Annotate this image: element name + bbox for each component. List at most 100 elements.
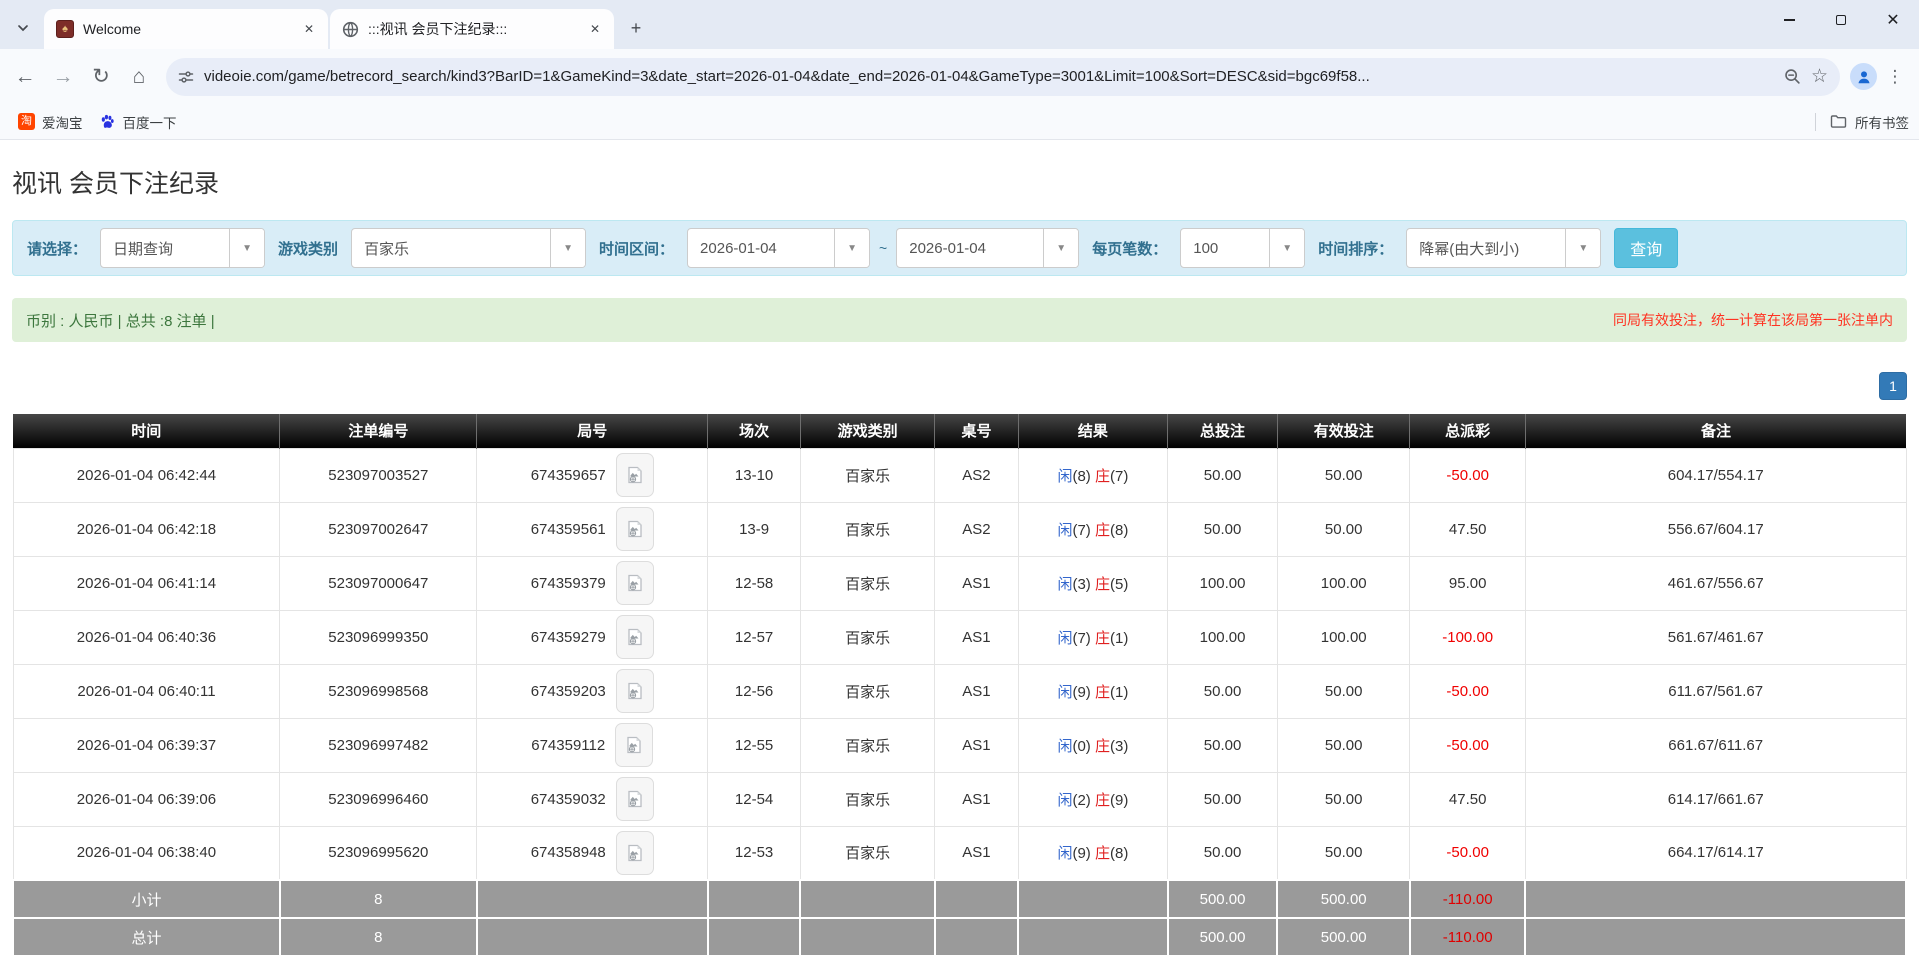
per-page-select[interactable]: 100 ▼ bbox=[1180, 228, 1305, 268]
forward-icon[interactable]: → bbox=[46, 60, 80, 94]
result-cell: 闲(9) 庄(8) bbox=[1018, 826, 1168, 880]
banker-label: 庄 bbox=[1095, 684, 1110, 701]
column-header: 结果 bbox=[1018, 414, 1168, 448]
footer-note bbox=[1525, 880, 1906, 918]
total-bet-cell[interactable]: 50.00 bbox=[1168, 826, 1278, 880]
search-button[interactable]: 查询 bbox=[1614, 228, 1678, 268]
footer-empty bbox=[1018, 880, 1168, 918]
baidu-paw-icon bbox=[99, 113, 116, 130]
total-bet-cell[interactable]: 100.00 bbox=[1168, 556, 1278, 610]
total-bet-cell[interactable]: 50.00 bbox=[1168, 718, 1278, 772]
table-row: 2026-01-04 06:42:44523097003527674359657… bbox=[13, 448, 1906, 502]
bookmark-taobao[interactable]: 淘 爱淘宝 bbox=[10, 108, 91, 136]
game-kind-cell: 百家乐 bbox=[800, 556, 934, 610]
close-icon[interactable]: ✕ bbox=[586, 20, 604, 38]
valid-bet-cell: 50.00 bbox=[1277, 664, 1410, 718]
total-bet-cell[interactable]: 50.00 bbox=[1168, 448, 1278, 502]
total-bet-cell[interactable]: 50.00 bbox=[1168, 772, 1278, 826]
reload-icon[interactable]: ↻ bbox=[84, 60, 118, 94]
footer-empty bbox=[935, 880, 1018, 918]
back-icon[interactable]: ← bbox=[8, 60, 42, 94]
video-replay-button[interactable] bbox=[615, 723, 653, 767]
session-cell: 12-54 bbox=[708, 772, 801, 826]
address-bar[interactable]: videoie.com/game/betrecord_search/kind3?… bbox=[166, 58, 1840, 96]
table-no-cell: AS2 bbox=[935, 502, 1018, 556]
bookmarks-divider bbox=[1815, 113, 1816, 131]
video-replay-button[interactable] bbox=[616, 669, 654, 713]
player-label: 闲 bbox=[1057, 630, 1072, 647]
note-cell: 561.67/461.67 bbox=[1525, 610, 1906, 664]
column-header: 时间 bbox=[13, 414, 280, 448]
tab-betrecord[interactable]: :::视讯 会员下注纪录::: ✕ bbox=[330, 9, 614, 49]
banker-label: 庄 bbox=[1095, 792, 1110, 809]
valid-bet-cell: 50.00 bbox=[1277, 448, 1410, 502]
round-id: 674359203 bbox=[531, 683, 606, 700]
banker-label: 庄 bbox=[1095, 630, 1110, 647]
video-replay-button[interactable] bbox=[616, 453, 654, 497]
footer-total-bet: 500.00 bbox=[1168, 918, 1278, 956]
window-minimize-icon[interactable] bbox=[1763, 0, 1815, 40]
table-no-cell: AS2 bbox=[935, 448, 1018, 502]
sort-label: 时间排序： bbox=[1318, 238, 1393, 259]
column-header: 总派彩 bbox=[1410, 414, 1525, 448]
table-row: 2026-01-04 06:38:40523096995620674358948… bbox=[13, 826, 1906, 880]
table-no-cell: AS1 bbox=[935, 772, 1018, 826]
tab-welcome[interactable]: ♠ Welcome ✕ bbox=[44, 9, 328, 49]
round-wrap: 674359657 bbox=[531, 453, 654, 497]
window-close-icon[interactable]: ✕ bbox=[1867, 0, 1919, 40]
video-image-icon bbox=[625, 789, 645, 809]
sort-value: 降幂(由大到小) bbox=[1407, 229, 1565, 267]
valid-bet-cell: 50.00 bbox=[1277, 718, 1410, 772]
date-start-select[interactable]: 2026-01-04 ▼ bbox=[687, 228, 870, 268]
player-label: 闲 bbox=[1057, 845, 1072, 862]
video-image-icon bbox=[625, 519, 645, 539]
table-no-cell: AS1 bbox=[935, 664, 1018, 718]
result-cell: 闲(7) 庄(8) bbox=[1018, 502, 1168, 556]
browser-menu-icon[interactable]: ⋮ bbox=[1881, 67, 1909, 87]
game-kind-cell: 百家乐 bbox=[800, 610, 934, 664]
bookmark-star-icon[interactable]: ☆ bbox=[1811, 65, 1828, 88]
result-cell: 闲(2) 庄(9) bbox=[1018, 772, 1168, 826]
banker-label: 庄 bbox=[1095, 522, 1110, 539]
column-header: 桌号 bbox=[935, 414, 1018, 448]
page-1-button[interactable]: 1 bbox=[1879, 372, 1907, 400]
total-bet-cell[interactable]: 50.00 bbox=[1168, 664, 1278, 718]
column-header: 场次 bbox=[708, 414, 801, 448]
window-maximize-icon[interactable] bbox=[1815, 0, 1867, 40]
banker-score: (1) bbox=[1110, 684, 1128, 701]
column-header: 游戏类别 bbox=[800, 414, 934, 448]
bet-id-cell: 523096998568 bbox=[280, 664, 477, 718]
video-replay-button[interactable] bbox=[616, 561, 654, 605]
footer-valid-bet: 500.00 bbox=[1277, 880, 1410, 918]
zoom-out-icon[interactable] bbox=[1784, 68, 1801, 85]
round-wrap: 674359561 bbox=[531, 507, 654, 551]
video-replay-button[interactable] bbox=[616, 507, 654, 551]
bookmark-baidu[interactable]: 百度一下 bbox=[91, 108, 185, 136]
folder-icon bbox=[1830, 114, 1847, 129]
chevron-down-icon: ▼ bbox=[1565, 229, 1600, 267]
profile-avatar[interactable] bbox=[1850, 63, 1877, 90]
total-bet-cell[interactable]: 50.00 bbox=[1168, 502, 1278, 556]
banker-score: (8) bbox=[1110, 845, 1128, 862]
video-replay-button[interactable] bbox=[616, 777, 654, 821]
video-replay-button[interactable] bbox=[616, 615, 654, 659]
total-row: 总计8500.00500.00-110.00 bbox=[13, 918, 1906, 956]
date-end-select[interactable]: 2026-01-04 ▼ bbox=[896, 228, 1079, 268]
column-header: 备注 bbox=[1525, 414, 1906, 448]
close-icon[interactable]: ✕ bbox=[300, 20, 318, 38]
home-icon[interactable]: ⌂ bbox=[122, 60, 156, 94]
video-replay-button[interactable] bbox=[616, 831, 654, 875]
url-text[interactable]: videoie.com/game/betrecord_search/kind3?… bbox=[204, 68, 1774, 85]
tab-search-icon[interactable] bbox=[8, 13, 38, 43]
footer-empty bbox=[800, 880, 934, 918]
game-kind-select[interactable]: 百家乐 ▼ bbox=[351, 228, 586, 268]
sort-select[interactable]: 降幂(由大到小) ▼ bbox=[1406, 228, 1601, 268]
total-bet-cell[interactable]: 100.00 bbox=[1168, 610, 1278, 664]
banker-score: (5) bbox=[1110, 576, 1128, 593]
site-settings-icon[interactable] bbox=[178, 69, 194, 85]
valid-bet-notice: 同局有效投注，统一计算在该局第一张注单内 bbox=[1613, 310, 1893, 330]
round-wrap: 674359279 bbox=[531, 615, 654, 659]
query-type-select[interactable]: 日期查询 ▼ bbox=[100, 228, 265, 268]
new-tab-icon[interactable]: + bbox=[622, 14, 650, 42]
all-bookmarks[interactable]: 所有书签 bbox=[1815, 112, 1909, 132]
